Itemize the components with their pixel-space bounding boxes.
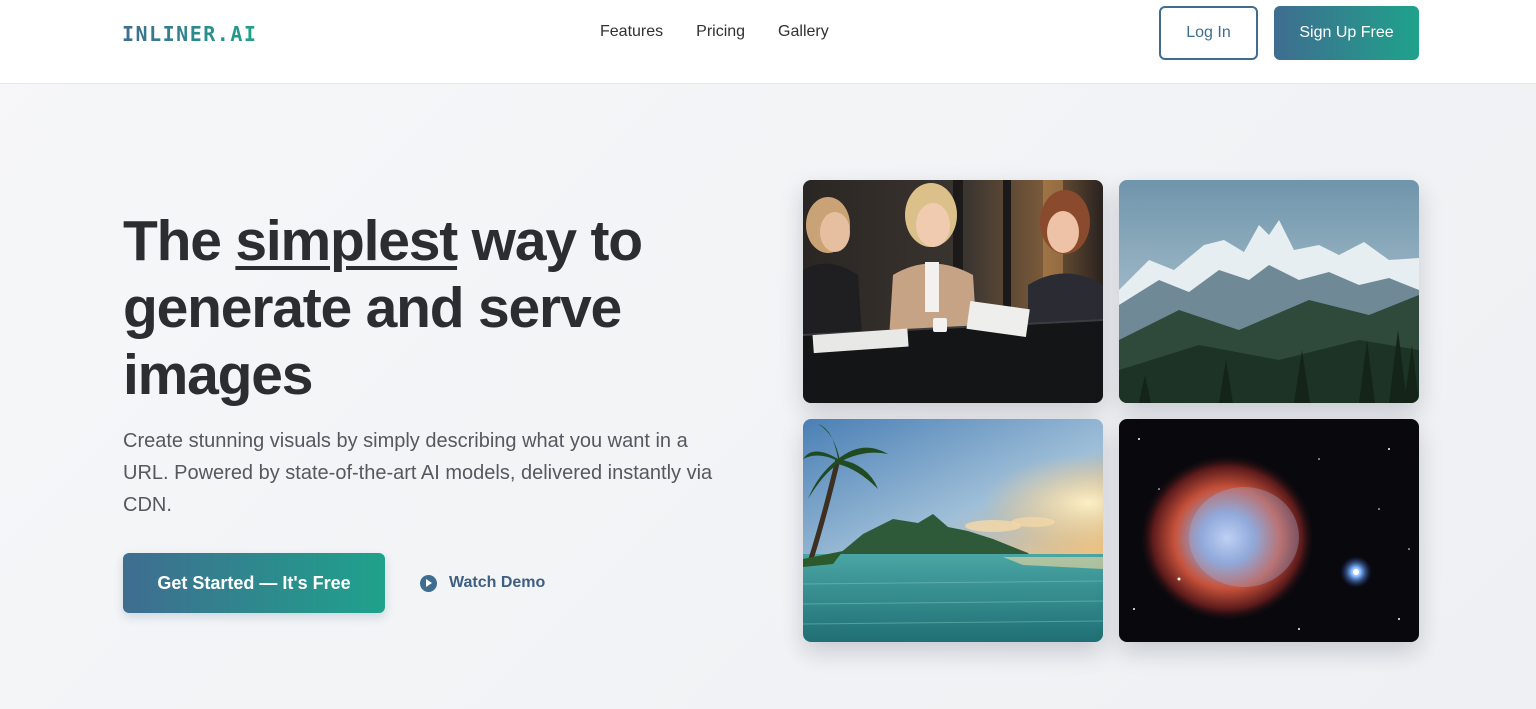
nav-link-gallery[interactable]: Gallery <box>778 23 829 41</box>
play-icon <box>420 574 437 592</box>
watch-demo-link[interactable]: Watch Demo <box>420 572 545 594</box>
gallery-image-mountains <box>1119 180 1419 403</box>
logo[interactable]: INLINER.AI <box>122 22 257 46</box>
hero-subtitle: Create stunning visuals by simply descri… <box>123 430 713 516</box>
gallery-image-tropical-beach <box>803 419 1103 642</box>
hero-title-start: The <box>123 209 236 273</box>
gallery-image-nebula <box>1119 419 1419 642</box>
nav-link-features[interactable]: Features <box>600 23 663 41</box>
hero-title-emphasis: simplest <box>235 209 458 273</box>
watch-demo-label: Watch Demo <box>449 574 546 591</box>
nav-link-pricing[interactable]: Pricing <box>696 23 745 41</box>
top-navbar: INLINER.AI Features Pricing Gallery Log … <box>0 0 1536 84</box>
login-button[interactable]: Log In <box>1159 6 1258 60</box>
gallery-image-business-meeting <box>803 180 1103 403</box>
nav-links: Features Pricing Gallery <box>600 23 862 41</box>
hero-title: The simplest way to generate and serve i… <box>123 208 743 409</box>
get-started-button[interactable]: Get Started — It's Free <box>123 553 385 613</box>
signup-button[interactable]: Sign Up Free <box>1274 6 1419 60</box>
